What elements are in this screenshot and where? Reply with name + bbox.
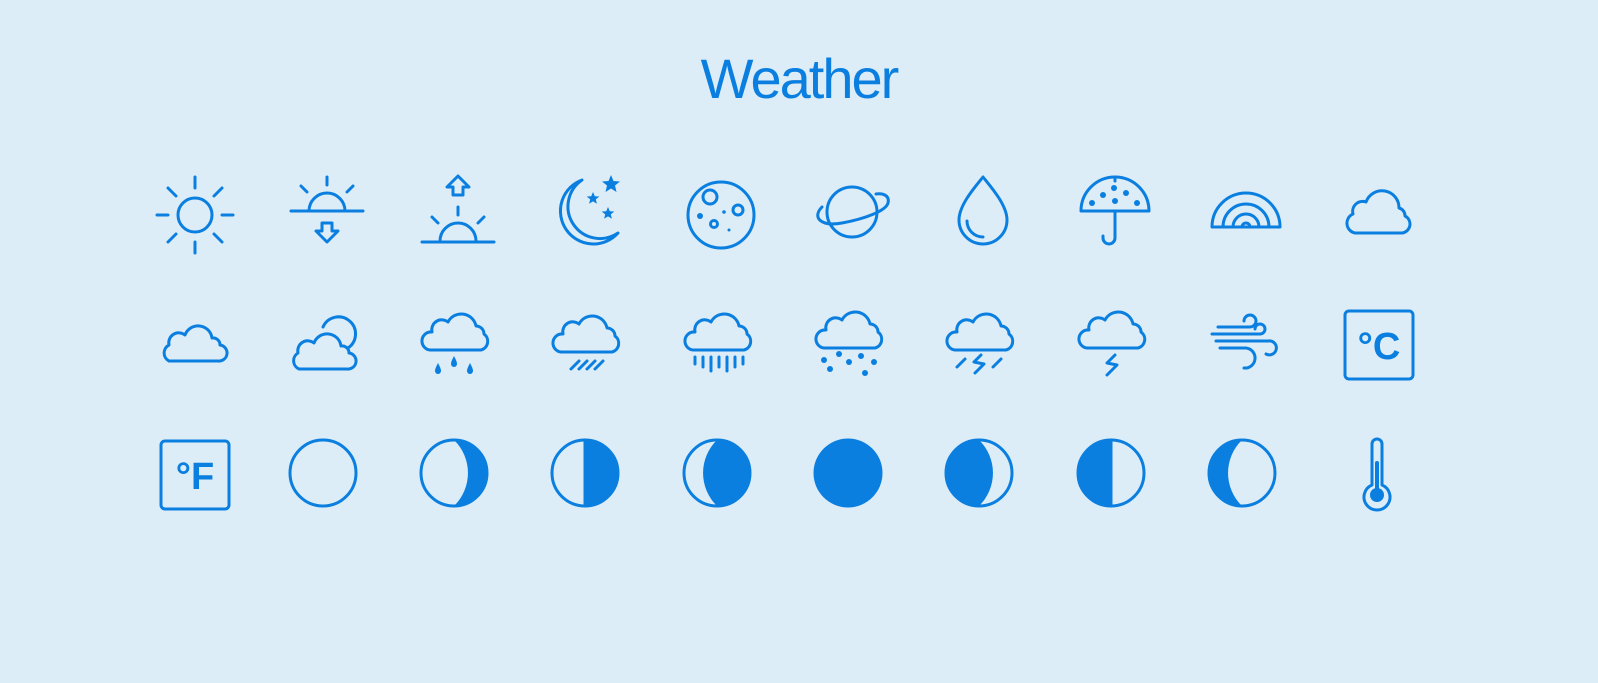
cloud-small-icon <box>155 305 235 385</box>
celsius-label: °C <box>1357 325 1401 368</box>
sunrise-icon <box>418 174 498 255</box>
cloud-rain-icon <box>681 305 761 385</box>
thermometer-icon <box>1339 435 1419 515</box>
sunset-icon <box>287 175 367 255</box>
cloud-icon <box>1339 175 1419 255</box>
wind-icon <box>1206 305 1286 385</box>
new-moon-icon <box>287 435 367 515</box>
cloud-snow-icon <box>812 305 892 385</box>
celsius-icon: °C <box>1339 305 1419 385</box>
full-moon-craters-icon <box>681 175 761 255</box>
cloud-heavy-rain-icon <box>549 305 629 385</box>
sun-icon <box>155 175 235 255</box>
waning-gibbous-icon <box>943 435 1023 515</box>
page-title: Weather <box>700 47 900 110</box>
fahrenheit-icon: °F <box>155 435 235 515</box>
umbrella-icon <box>1075 175 1155 255</box>
raindrop-icon <box>943 175 1023 255</box>
rainbow-icon <box>1206 175 1286 255</box>
waxing-crescent-icon <box>418 435 498 515</box>
fahrenheit-label: °F <box>175 455 215 498</box>
waning-crescent-icon <box>1206 435 1286 515</box>
moon-stars-icon <box>549 175 629 255</box>
cloudy-moon-icon <box>287 305 367 385</box>
waxing-gibbous-icon <box>681 435 761 515</box>
planet-icon <box>812 175 892 255</box>
cloud-lightning-icon <box>1075 305 1155 385</box>
cloud-drizzle-icon <box>418 305 498 385</box>
cloud-thunder-rain-icon <box>943 305 1023 385</box>
last-quarter-icon <box>1075 435 1155 515</box>
first-quarter-icon <box>549 435 629 515</box>
full-moon-icon <box>812 435 892 515</box>
